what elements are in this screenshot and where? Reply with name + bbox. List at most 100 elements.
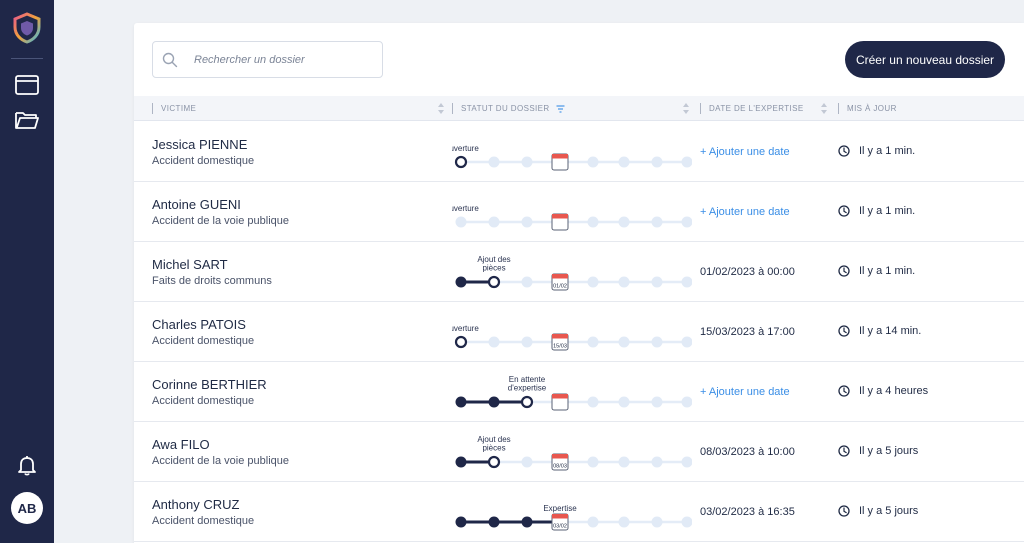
calendar-icon[interactable]: 08/03 <box>551 453 569 471</box>
timeline-step-label: Ouverture <box>452 324 479 333</box>
victim-name: Michel SART <box>152 257 228 272</box>
timeline-step-pending <box>521 216 533 228</box>
folder-icon[interactable] <box>14 109 40 131</box>
timeline-step-pending <box>521 276 533 288</box>
clock-icon <box>838 325 850 337</box>
sort-icon[interactable] <box>438 103 444 114</box>
timeline-step-done <box>455 396 467 408</box>
timeline-step-pending <box>681 336 692 348</box>
expertise-date: 08/03/2023 à 10:00 <box>700 446 795 458</box>
table-header: VICTIME STATUT DU DOSSIER DATE DE L'EXPE… <box>134 96 1024 121</box>
create-folder-button[interactable]: Créer un nouveau dossier <box>845 41 1005 78</box>
updated-cell: Il y a 5 jours <box>838 445 918 457</box>
table-row[interactable]: Antoine GUENI Accident de la voie publiqu… <box>134 182 1024 242</box>
victim-name: Awa FILO <box>152 437 210 452</box>
calendar-icon[interactable]: 15/03 <box>551 333 569 351</box>
table-row[interactable]: Charles PATOIS Accident domestique 15/03 Ou… <box>134 302 1024 362</box>
table-row[interactable]: Awa FILO Accident de la voie publique 08/0… <box>134 422 1024 482</box>
clock-icon <box>838 445 850 457</box>
timeline-step-done <box>488 396 500 408</box>
status-timeline: 03/02 Expertise <box>455 504 692 531</box>
timeline-step-done <box>455 276 467 288</box>
timeline-step-pending <box>618 396 630 408</box>
timeline-step-pending <box>587 336 599 348</box>
timeline-step-label: pièces <box>482 264 505 273</box>
calendar-icon[interactable] <box>551 153 569 171</box>
victim-name: Jessica PIENNE <box>152 137 248 152</box>
column-header-victim[interactable]: VICTIME <box>152 96 196 121</box>
table-row[interactable]: Michel SART Faits de droits communs 01/02 A… <box>134 242 1024 302</box>
sort-icon[interactable] <box>821 103 827 114</box>
timeline-step-pending <box>587 396 599 408</box>
timeline-step-current <box>487 275 501 289</box>
dashboard-window-icon[interactable] <box>14 74 40 96</box>
filter-icon[interactable] <box>556 104 565 113</box>
timeline-step-done <box>455 456 467 468</box>
timeline-step-pending <box>651 276 663 288</box>
case-type: Accident domestique <box>152 395 255 407</box>
calendar-icon[interactable]: 01/02 <box>551 273 569 291</box>
victim-name: Anthony CRUZ <box>152 497 240 512</box>
timeline-step-pending <box>488 216 500 228</box>
timeline-step-pending <box>521 336 533 348</box>
timeline-step-pending <box>618 216 630 228</box>
timeline-step-pending <box>488 336 500 348</box>
timeline-step-label: d'expertise <box>508 384 547 393</box>
updated-time: Il y a 1 min. <box>859 205 916 217</box>
calendar-icon[interactable] <box>551 213 569 231</box>
add-date-link[interactable]: + Ajouter une date <box>700 386 790 398</box>
updated-time: Il y a 5 jours <box>859 445 919 457</box>
timeline-step-pending <box>587 156 599 168</box>
add-date-link[interactable]: + Ajouter une date <box>700 206 790 218</box>
shield-logo-icon[interactable] <box>12 12 42 44</box>
search-input[interactable]: Rechercher un dossier <box>152 41 383 78</box>
clock-icon <box>838 385 850 397</box>
avatar[interactable]: AB <box>11 492 43 524</box>
timeline-step-pending <box>488 156 500 168</box>
updated-cell: Il y a 4 heures <box>838 385 928 397</box>
updated-time: Il y a 1 min. <box>859 145 916 157</box>
timeline-step-pending <box>651 516 663 528</box>
clock-icon <box>838 145 850 157</box>
timeline-step-pending <box>681 156 692 168</box>
table-row[interactable]: Jessica PIENNE Accident domestique Ouvertu… <box>134 122 1024 182</box>
column-header-status[interactable]: STATUT DU DOSSIER <box>452 96 565 121</box>
timeline-step-pending <box>651 456 663 468</box>
timeline-step-pending <box>587 516 599 528</box>
case-type: Accident de la voie publique <box>152 455 289 467</box>
column-header-updated[interactable]: MIS À JOUR <box>838 96 897 121</box>
expertise-date: 03/02/2023 à 16:35 <box>700 506 795 518</box>
table-row[interactable]: Corinne BERTHIER Accident domestique En at… <box>134 362 1024 422</box>
calendar-date-label: 15/03 <box>553 344 567 350</box>
calendar-date-label: 08/03 <box>553 464 567 470</box>
timeline-step-label: Expertise <box>543 504 577 513</box>
clock-icon <box>838 265 850 277</box>
case-type: Accident domestique <box>152 155 255 167</box>
add-date-link[interactable]: + Ajouter une date <box>700 146 790 158</box>
timeline-step-pending <box>455 216 467 228</box>
table-row[interactable]: Anthony CRUZ Accident domestique 03/02 Expe… <box>134 482 1024 542</box>
updated-cell: Il y a 1 min. <box>838 265 915 277</box>
status-timeline: Ouverture <box>452 204 692 231</box>
victim-name: Antoine GUENI <box>152 197 241 212</box>
sort-icon[interactable] <box>683 103 689 114</box>
calendar-icon[interactable]: 03/02 <box>551 513 569 531</box>
calendar-date-label: 03/02 <box>553 524 567 530</box>
timeline-step-pending <box>521 156 533 168</box>
timeline-step-done <box>521 516 533 528</box>
timeline-step-current <box>487 455 501 469</box>
timeline-step-pending <box>521 456 533 468</box>
timeline-step-pending <box>618 516 630 528</box>
status-timeline: 01/02Ajout despièces <box>455 255 692 291</box>
column-header-expertise-date[interactable]: DATE DE L'EXPERTISE <box>700 96 804 121</box>
calendar-date-label: 01/02 <box>553 284 567 290</box>
timeline-step-pending <box>681 516 692 528</box>
clock-icon <box>838 505 850 517</box>
calendar-icon[interactable] <box>551 393 569 411</box>
search-placeholder: Rechercher un dossier <box>194 54 305 66</box>
timeline-step-pending <box>618 456 630 468</box>
timeline-step-pending <box>681 216 692 228</box>
timeline-step-pending <box>681 396 692 408</box>
main-panel: Rechercher un dossier Créer un nouveau d… <box>134 23 1024 543</box>
bell-icon[interactable] <box>15 454 39 476</box>
